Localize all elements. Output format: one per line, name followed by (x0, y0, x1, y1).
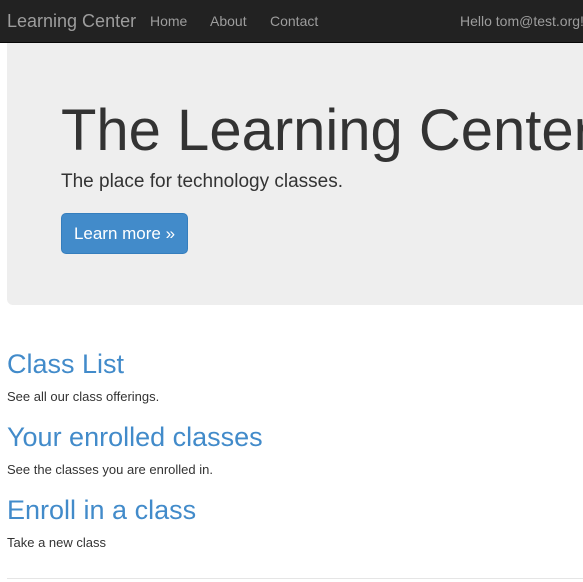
footer-divider (7, 578, 583, 579)
learn-more-button[interactable]: Learn more » (61, 213, 188, 254)
nav-contact-link[interactable]: Contact (270, 13, 318, 29)
navbar-brand-link[interactable]: Learning Center (7, 11, 136, 31)
enroll-class-link[interactable]: Enroll in a class (7, 495, 196, 525)
user-account-link[interactable]: Hello tom@test.org! (460, 13, 583, 29)
nav-home-link[interactable]: Home (150, 13, 187, 29)
enrolled-classes-link[interactable]: Your enrolled classes (7, 422, 263, 452)
hero-jumbotron: The Learning Center The place for techno… (7, 43, 583, 305)
hero-tagline: The place for technology classes. (61, 171, 343, 192)
top-navbar: Learning Center Home About Contact Hello… (0, 0, 583, 43)
enroll-class-description: Take a new class (7, 535, 106, 550)
class-list-description: See all our class offerings. (7, 389, 160, 404)
enrolled-classes-description: See the classes you are enrolled in. (7, 462, 213, 477)
page-title: The Learning Center (61, 98, 583, 163)
class-list-link[interactable]: Class List (7, 349, 124, 379)
nav-about-link[interactable]: About (210, 13, 247, 29)
